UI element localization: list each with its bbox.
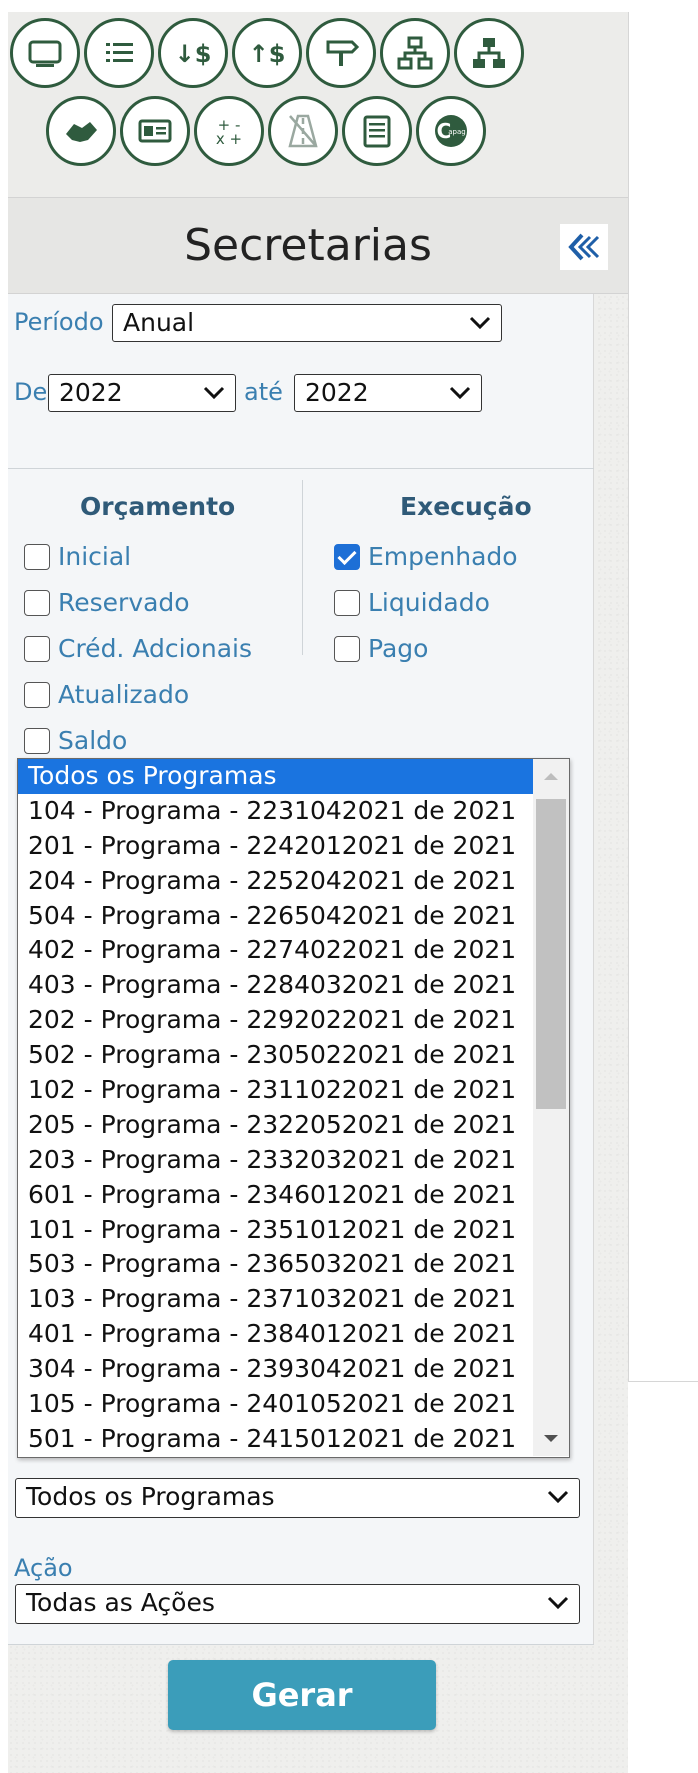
checkbox-label: Inicial — [58, 542, 132, 571]
scrollbar[interactable] — [533, 759, 569, 1456]
programa-listbox[interactable]: Todos os Programas 104 - Programa - 2231… — [17, 758, 570, 1458]
checkbox-saldo[interactable]: Saldo — [24, 726, 127, 755]
collapse-button[interactable] — [560, 224, 608, 270]
listbox-option[interactable]: 104 - Programa - 2231042021 de 2021 — [18, 794, 533, 829]
acao-label: Ação — [14, 1554, 73, 1582]
chevron-down-icon — [469, 316, 491, 330]
up-dollar-icon[interactable]: ↑$ — [232, 18, 302, 88]
chevron-down-icon — [547, 1490, 569, 1504]
checkbox[interactable] — [24, 681, 50, 708]
chevron-down-icon — [449, 386, 471, 400]
math-operators-icon[interactable]: + -x + — [194, 96, 264, 166]
ate-year-value: 2022 — [305, 378, 369, 407]
checkbox-atualizado[interactable]: Atualizado — [24, 680, 189, 709]
gerar-button[interactable]: Gerar — [168, 1660, 436, 1730]
acao-value: Todas as Ações — [26, 1588, 215, 1617]
checkbox[interactable] — [24, 543, 50, 570]
listbox-option[interactable]: 502 - Programa - 2305022021 de 2021 — [18, 1038, 533, 1073]
scroll-down-arrow-icon[interactable] — [533, 1422, 569, 1456]
listbox-option[interactable]: 102 - Programa - 2311022021 de 2021 — [18, 1073, 533, 1108]
listbox-option[interactable]: 101 - Programa - 2351012021 de 2021 — [18, 1213, 533, 1248]
checkbox[interactable] — [334, 589, 360, 616]
listbox-option[interactable]: Todos os Programas — [18, 759, 533, 794]
checkbox-checked[interactable] — [334, 543, 360, 570]
svg-text:x +: x + — [216, 130, 242, 148]
checkbox-label: Liquidado — [368, 588, 490, 617]
notepad-icon[interactable] — [342, 96, 412, 166]
checkbox-liquidado[interactable]: Liquidado — [334, 588, 490, 617]
icon-toolbar: ↓$ ↑$ + -x + Capag — [8, 12, 628, 198]
id-card-icon[interactable] — [120, 96, 190, 166]
checkbox[interactable] — [24, 727, 50, 754]
listbox-options: Todos os Programas 104 - Programa - 2231… — [18, 759, 533, 1457]
checkbox-empenhado[interactable]: Empenhado — [334, 542, 518, 571]
listbox-option[interactable]: 201 - Programa - 2242012021 de 2021 — [18, 829, 533, 864]
capag-icon[interactable]: Capag — [416, 96, 486, 166]
chevron-down-icon — [203, 386, 225, 400]
listbox-option[interactable]: 304 - Programa - 2393042021 de 2021 — [18, 1352, 533, 1387]
signpost-icon[interactable] — [306, 18, 376, 88]
org-chart-icon[interactable] — [380, 18, 450, 88]
column-divider — [302, 480, 303, 655]
listbox-option[interactable]: 103 - Programa - 2371032021 de 2021 — [18, 1282, 533, 1317]
ate-year-select[interactable]: 2022 — [294, 374, 482, 412]
checkbox-label: Créd. Adcionais — [58, 634, 252, 663]
page-title: Secretarias — [184, 220, 432, 271]
divider — [8, 1644, 594, 1645]
checkbox-reservado[interactable]: Reservado — [24, 588, 190, 617]
svg-text:↑$: ↑$ — [249, 40, 286, 68]
checkbox-label: Atualizado — [58, 680, 190, 709]
svg-text:↓$: ↓$ — [175, 40, 212, 68]
listbox-option[interactable]: 503 - Programa - 2365032021 de 2021 — [18, 1247, 533, 1282]
checkbox[interactable] — [24, 635, 50, 662]
checkbox-label: Saldo — [58, 726, 128, 755]
title-bar: Secretarias — [8, 198, 628, 294]
capag-text: apag — [448, 128, 465, 136]
orcamento-heading: Orçamento — [80, 492, 236, 521]
listbox-option[interactable]: 402 - Programa - 2274022021 de 2021 — [18, 933, 533, 968]
checkbox-pago[interactable]: Pago — [334, 634, 428, 663]
handshake-icon[interactable] — [46, 96, 116, 166]
panel-border — [628, 12, 629, 1382]
de-year-select[interactable]: 2022 — [48, 374, 236, 412]
de-year-value: 2022 — [59, 378, 123, 407]
programa-value: Todos os Programas — [26, 1482, 275, 1511]
checkbox-cred-adicionais[interactable]: Créd. Adcionais — [24, 634, 252, 663]
listbox-option[interactable]: 501 - Programa - 2415012021 de 2021 — [18, 1422, 533, 1457]
execucao-heading: Execução — [400, 492, 532, 521]
list-icon[interactable] — [84, 18, 154, 88]
divider — [8, 468, 594, 469]
org-chart-filled-icon[interactable] — [454, 18, 524, 88]
listbox-option[interactable]: 504 - Programa - 2265042021 de 2021 — [18, 899, 533, 934]
listbox-option[interactable]: 105 - Programa - 2401052021 de 2021 — [18, 1387, 533, 1422]
listbox-option[interactable]: 203 - Programa - 2332032021 de 2021 — [18, 1143, 533, 1178]
acao-select[interactable]: Todas as Ações — [15, 1584, 580, 1624]
monitor-icon[interactable] — [10, 18, 80, 88]
scrollbar-thumb[interactable] — [536, 799, 566, 1109]
listbox-option[interactable]: 403 - Programa - 2284032021 de 2021 — [18, 968, 533, 1003]
panel-border — [628, 1381, 698, 1382]
periodo-value: Anual — [123, 308, 195, 337]
checkbox[interactable] — [334, 635, 360, 662]
periodo-select[interactable]: Anual — [112, 304, 502, 342]
checkbox-inicial[interactable]: Inicial — [24, 542, 131, 571]
road-icon[interactable] — [268, 96, 338, 166]
listbox-option[interactable]: 202 - Programa - 2292022021 de 2021 — [18, 1003, 533, 1038]
chevron-down-icon — [547, 1596, 569, 1610]
listbox-option[interactable]: 401 - Programa - 2384012021 de 2021 — [18, 1317, 533, 1352]
checkbox-label: Empenhado — [368, 542, 518, 571]
checkbox-label: Reservado — [58, 588, 190, 617]
checkbox-label: Pago — [368, 634, 429, 663]
de-label: De — [14, 378, 48, 406]
programa-select[interactable]: Todos os Programas — [15, 1478, 580, 1518]
down-dollar-icon[interactable]: ↓$ — [158, 18, 228, 88]
double-chevron-left-icon — [568, 233, 600, 261]
periodo-label: Período — [14, 308, 104, 336]
listbox-option[interactable]: 205 - Programa - 2322052021 de 2021 — [18, 1108, 533, 1143]
checkbox[interactable] — [24, 589, 50, 616]
scroll-up-arrow-icon[interactable] — [533, 759, 569, 793]
listbox-option[interactable]: 204 - Programa - 2252042021 de 2021 — [18, 864, 533, 899]
ate-label: até — [244, 378, 283, 406]
listbox-option[interactable]: 601 - Programa - 2346012021 de 2021 — [18, 1178, 533, 1213]
